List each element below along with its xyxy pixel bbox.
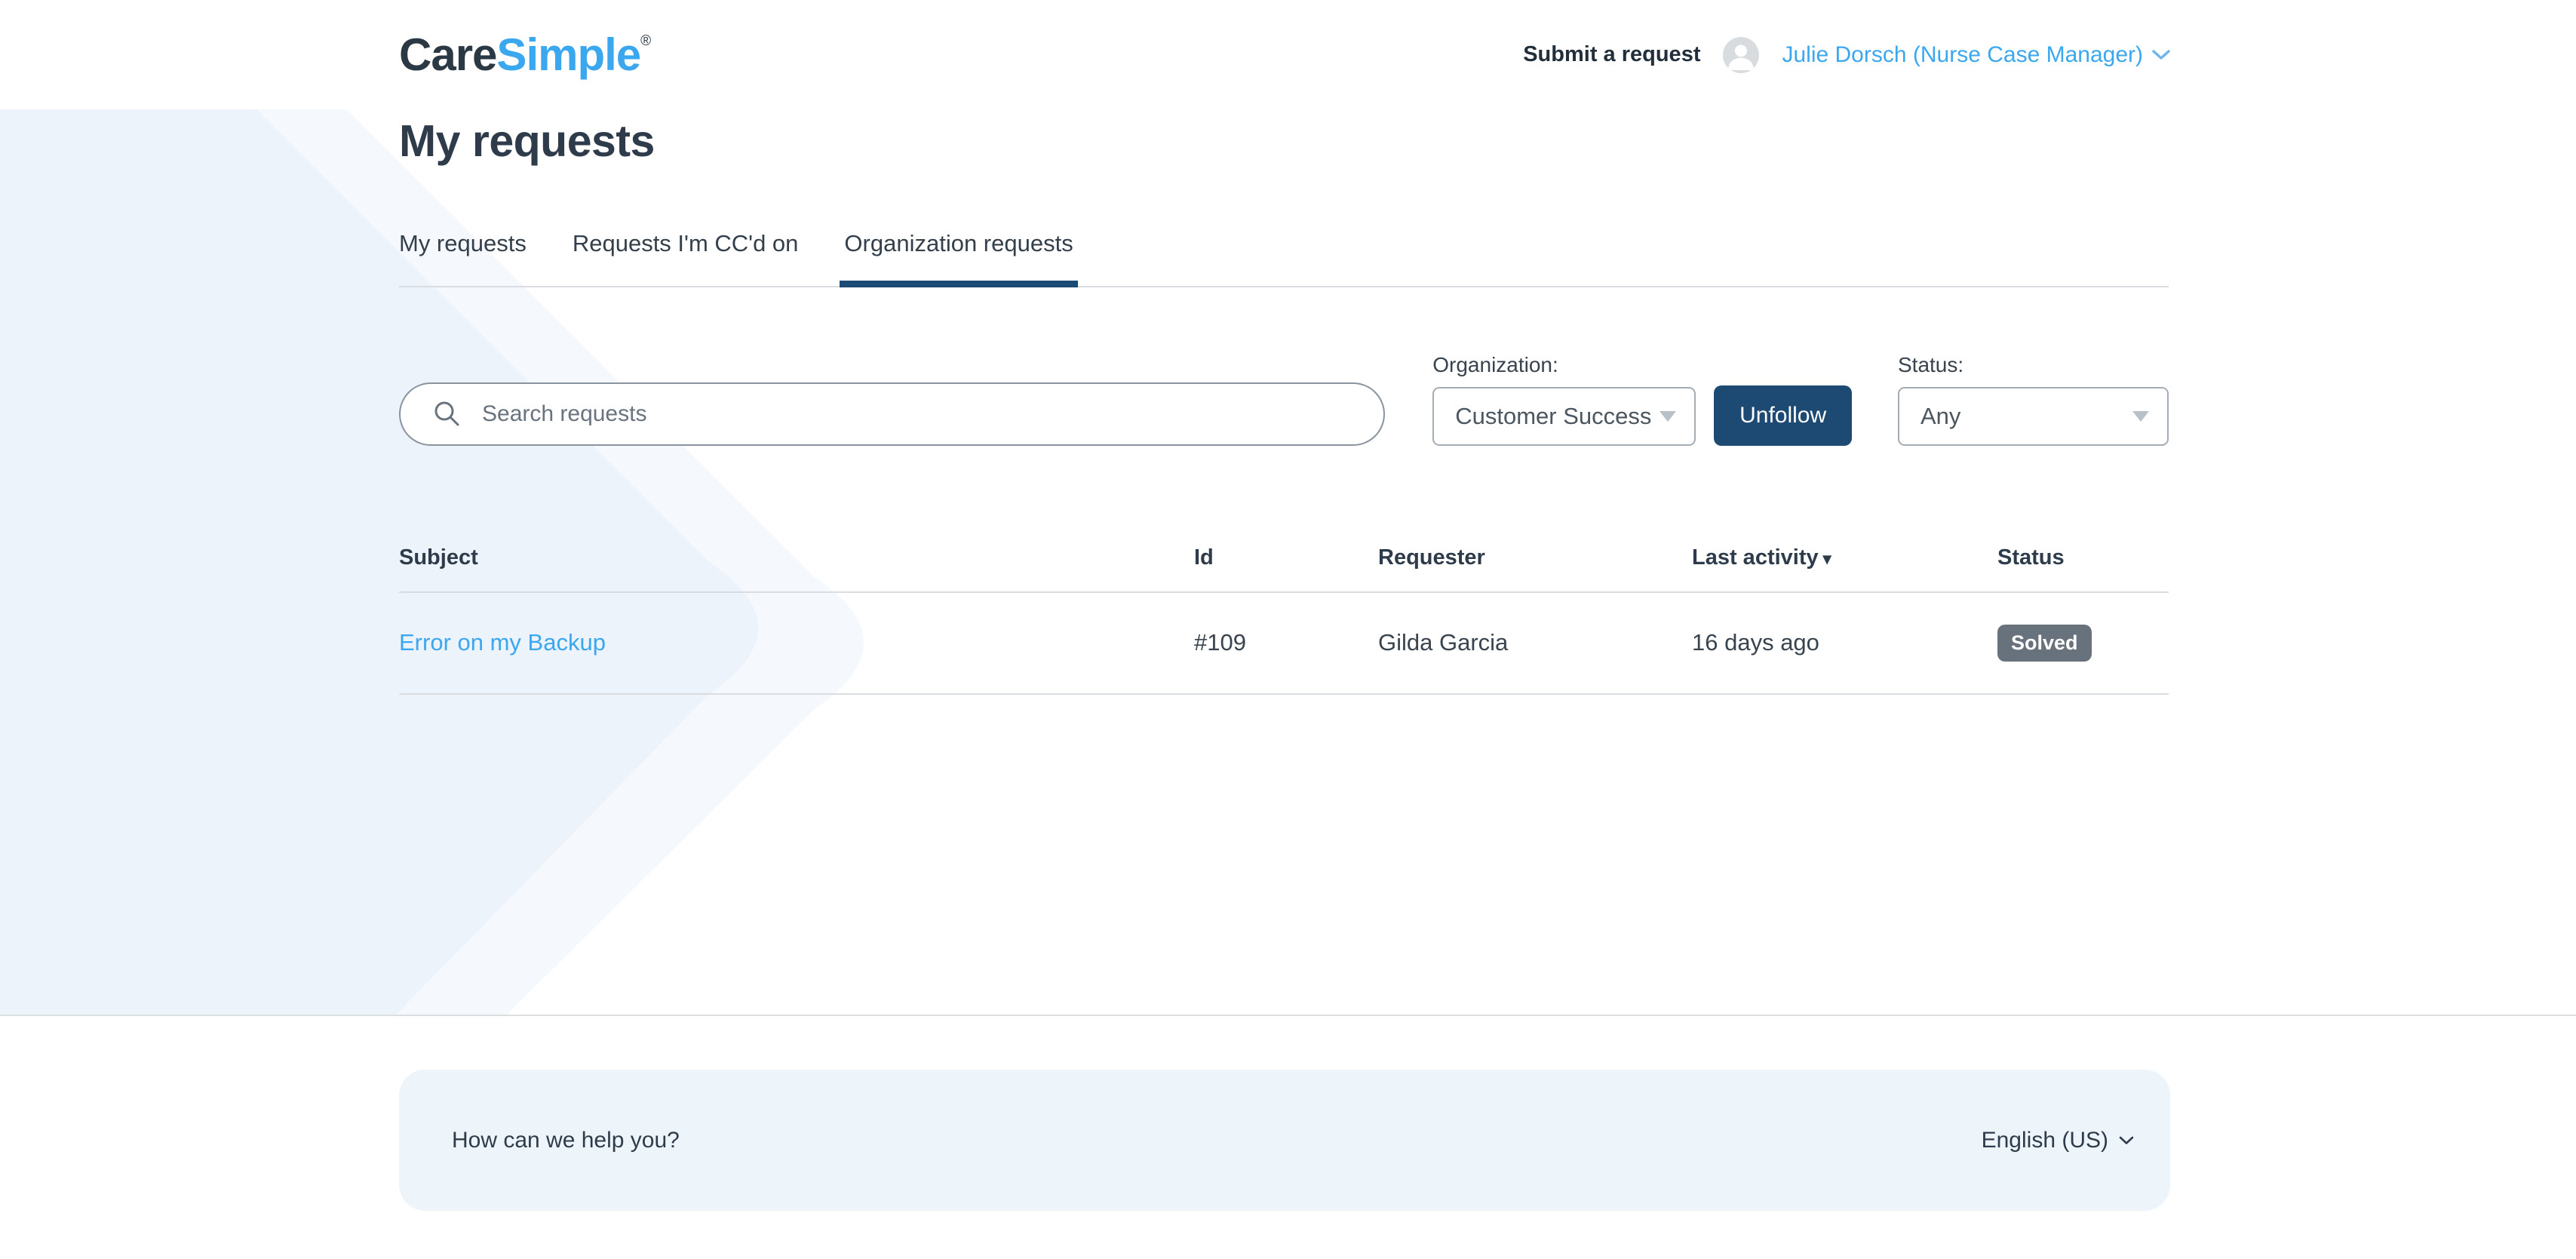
organization-label: Organization: bbox=[1432, 353, 1696, 377]
requests-table: Subject Id Requester Last activity▾ Stat… bbox=[399, 545, 2169, 695]
search-icon bbox=[432, 399, 462, 429]
submit-request-link[interactable]: Submit a request bbox=[1523, 42, 1700, 67]
filter-row: Organization: Customer Success Unfollow … bbox=[399, 353, 2169, 446]
user-icon bbox=[1723, 37, 1759, 73]
header-actions: Submit a request Julie Dorsch (Nurse Cas… bbox=[1523, 37, 2170, 73]
language-picker[interactable]: English (US) bbox=[1982, 1128, 2134, 1153]
caret-down-icon bbox=[2132, 411, 2149, 422]
caresimple-logo[interactable]: CareSimple® bbox=[399, 32, 650, 78]
tab-requests-ccd-on[interactable]: Requests I'm CC'd on bbox=[573, 230, 799, 286]
top-bar: CareSimple® Submit a request Julie Dorsc… bbox=[0, 0, 2576, 109]
main-content: My requests My requests Requests I'm CC'… bbox=[399, 109, 2169, 695]
request-id: #109 bbox=[1194, 629, 1378, 656]
user-name: Julie Dorsch (Nurse Case Manager) bbox=[1782, 42, 2143, 68]
avatar[interactable] bbox=[1723, 37, 1759, 73]
column-header-last-activity[interactable]: Last activity▾ bbox=[1692, 545, 1997, 570]
status-select[interactable]: Any bbox=[1898, 387, 2169, 446]
request-requester: Gilda Garcia bbox=[1378, 629, 1692, 656]
status-label: Status: bbox=[1898, 353, 2169, 377]
footer-help-bar: How can we help you? English (US) bbox=[399, 1070, 2170, 1211]
organization-filter: Organization: Customer Success bbox=[1432, 353, 1696, 446]
logo-text-care: Care bbox=[399, 32, 496, 78]
organization-select[interactable]: Customer Success bbox=[1432, 387, 1696, 446]
tab-my-requests[interactable]: My requests bbox=[399, 230, 527, 286]
table-header-row: Subject Id Requester Last activity▾ Stat… bbox=[399, 545, 2169, 593]
search-input[interactable] bbox=[481, 401, 1361, 428]
logo-text-simple: Simple bbox=[496, 32, 640, 78]
section-divider bbox=[0, 1015, 2576, 1016]
chevron-down-icon bbox=[2119, 1136, 2134, 1145]
column-header-subject: Subject bbox=[399, 545, 1194, 570]
unfollow-button[interactable]: Unfollow bbox=[1714, 385, 1852, 446]
registered-mark: ® bbox=[640, 34, 650, 48]
user-menu[interactable]: Julie Dorsch (Nurse Case Manager) bbox=[1782, 42, 2170, 68]
column-header-requester: Requester bbox=[1378, 545, 1692, 570]
organization-selected-value: Customer Success bbox=[1455, 403, 1651, 430]
tab-organization-requests[interactable]: Organization requests bbox=[844, 230, 1073, 286]
column-header-id: Id bbox=[1194, 545, 1378, 570]
request-last-activity: 16 days ago bbox=[1692, 629, 1997, 656]
column-header-status: Status bbox=[1997, 545, 2169, 570]
status-filter: Status: Any bbox=[1898, 353, 2169, 446]
language-label: English (US) bbox=[1982, 1128, 2108, 1153]
search-box bbox=[399, 382, 1385, 446]
tabs-bar: My requests Requests I'm CC'd on Organiz… bbox=[399, 230, 2169, 287]
page-title: My requests bbox=[399, 117, 2169, 166]
request-subject-link[interactable]: Error on my Backup bbox=[399, 629, 1194, 656]
caret-down-icon bbox=[1660, 411, 1676, 422]
footer-help-text: How can we help you? bbox=[452, 1128, 680, 1153]
table-row[interactable]: Error on my Backup #109 Gilda Garcia 16 … bbox=[399, 593, 2169, 695]
sort-descending-icon: ▾ bbox=[1823, 549, 1831, 568]
chevron-down-icon bbox=[2152, 50, 2170, 60]
status-badge: Solved bbox=[1997, 625, 2092, 662]
status-selected-value: Any bbox=[1920, 403, 1960, 430]
